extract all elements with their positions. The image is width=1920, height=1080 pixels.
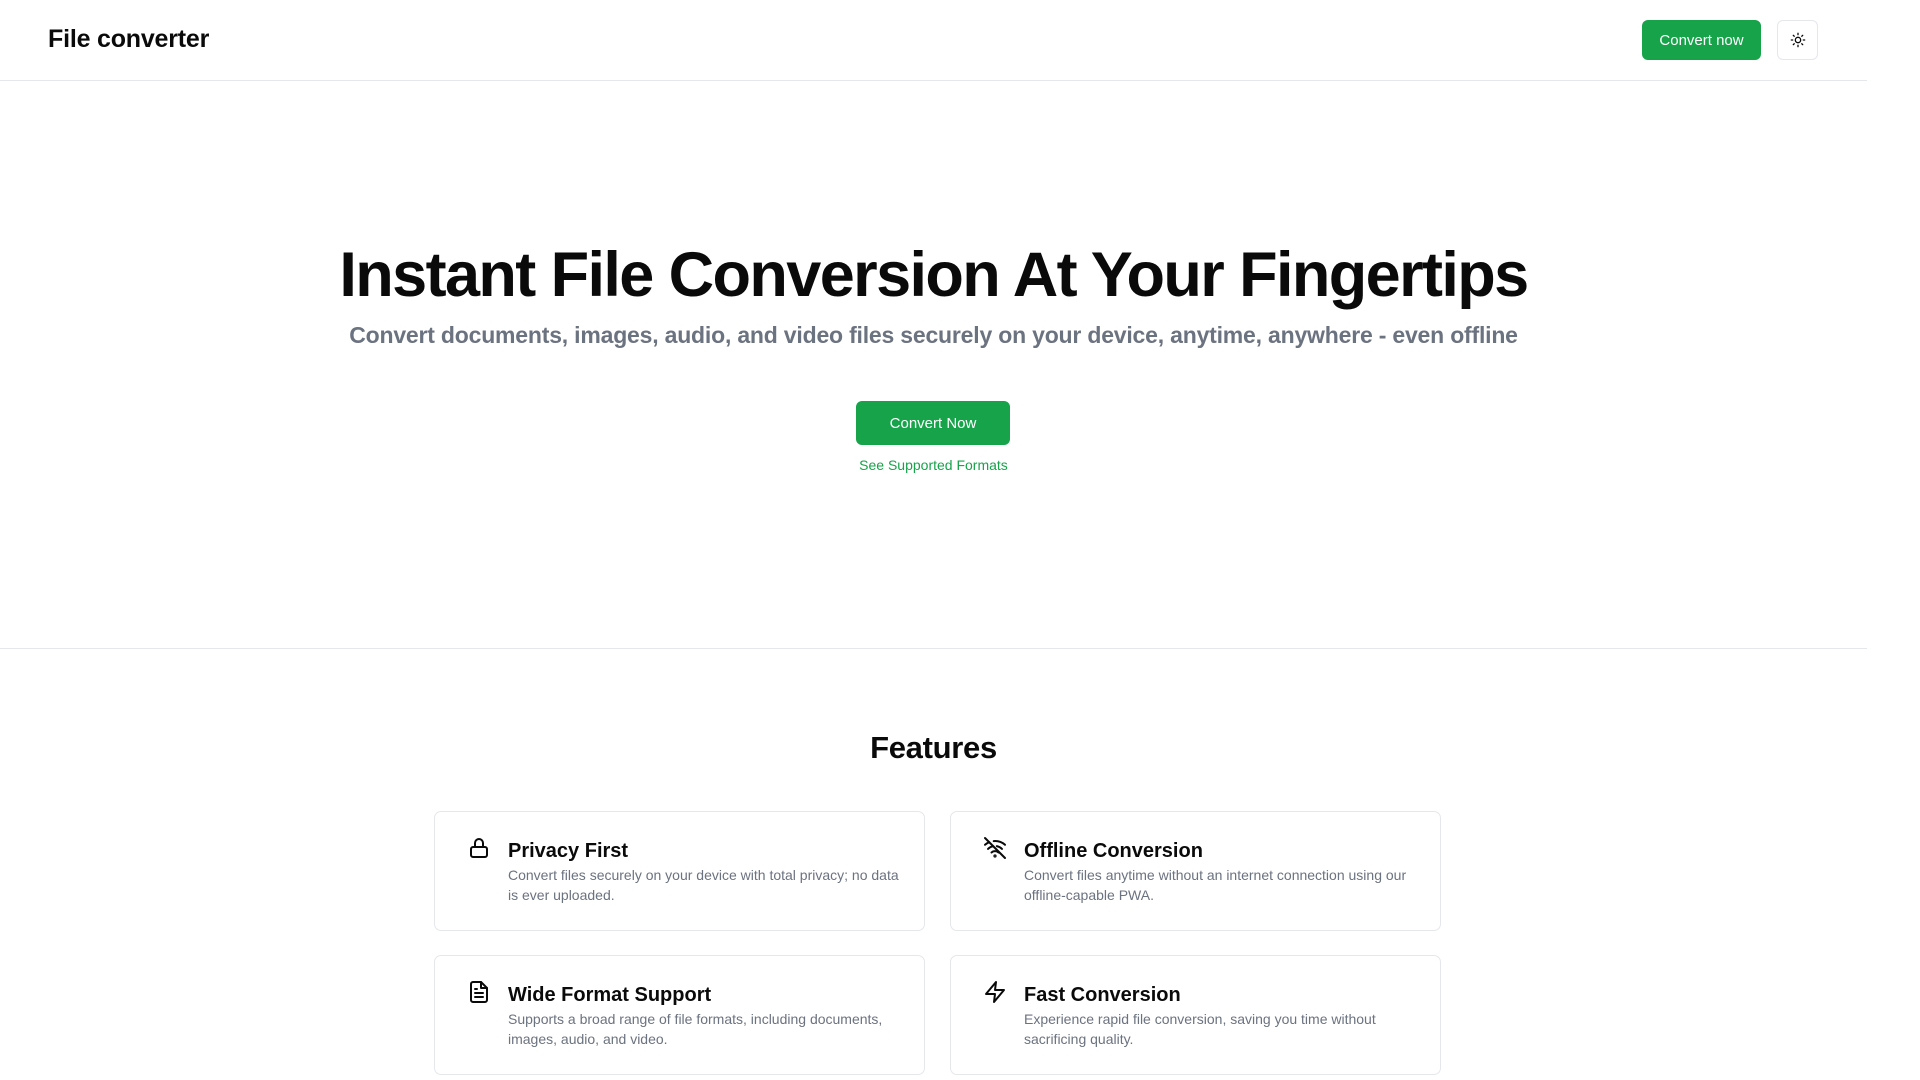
- file-text-icon: [470, 981, 488, 1003]
- features-heading: Features: [870, 730, 997, 765]
- feature-title: Offline Conversion: [1024, 840, 1203, 862]
- wifi-off-icon: [984, 837, 1006, 859]
- theme-toggle-button[interactable]: [1777, 20, 1818, 60]
- hero-title: Instant File Conversion At Your Fingerti…: [339, 240, 1529, 310]
- feature-card-formats: Wide Format Support Supports a broad ran…: [434, 955, 925, 1075]
- page: File converter Convert now Instant File …: [0, 0, 1867, 1080]
- zap-icon: [985, 981, 1005, 1003]
- top-navbar: File converter Convert now: [0, 0, 1867, 81]
- convert-now-nav-button[interactable]: Convert now: [1642, 20, 1761, 60]
- feature-title: Wide Format Support: [508, 984, 712, 1006]
- feature-description: Experience rapid file conversion, saving…: [1024, 1011, 1376, 1047]
- lock-icon: [470, 838, 488, 858]
- convert-now-hero-button[interactable]: Convert Now: [856, 401, 1010, 445]
- hero-section: Instant File Conversion At Your Fingerti…: [0, 82, 1867, 649]
- feature-card-privacy: Privacy First Convert files securely on …: [434, 811, 925, 931]
- feature-card-offline: Offline Conversion Convert files anytime…: [950, 811, 1441, 931]
- feature-card-fast: Fast Conversion Experience rapid file co…: [950, 955, 1441, 1075]
- supported-formats-link-row: See Supported Formats: [0, 456, 1867, 474]
- hero-subtitle: Convert documents, images, audio, and vi…: [349, 322, 1518, 348]
- feature-description: Convert files anytime without an interne…: [1024, 867, 1407, 903]
- brand-title[interactable]: File converter: [48, 24, 209, 54]
- feature-title: Privacy First: [508, 840, 629, 862]
- feature-description: Convert files securely on your device wi…: [508, 867, 899, 903]
- feature-title: Fast Conversion: [1024, 984, 1181, 1006]
- see-supported-formats-link[interactable]: See Supported Formats: [859, 457, 1008, 473]
- feature-description: Supports a broad range of file formats, …: [508, 1011, 883, 1047]
- sun-icon: [1790, 32, 1805, 48]
